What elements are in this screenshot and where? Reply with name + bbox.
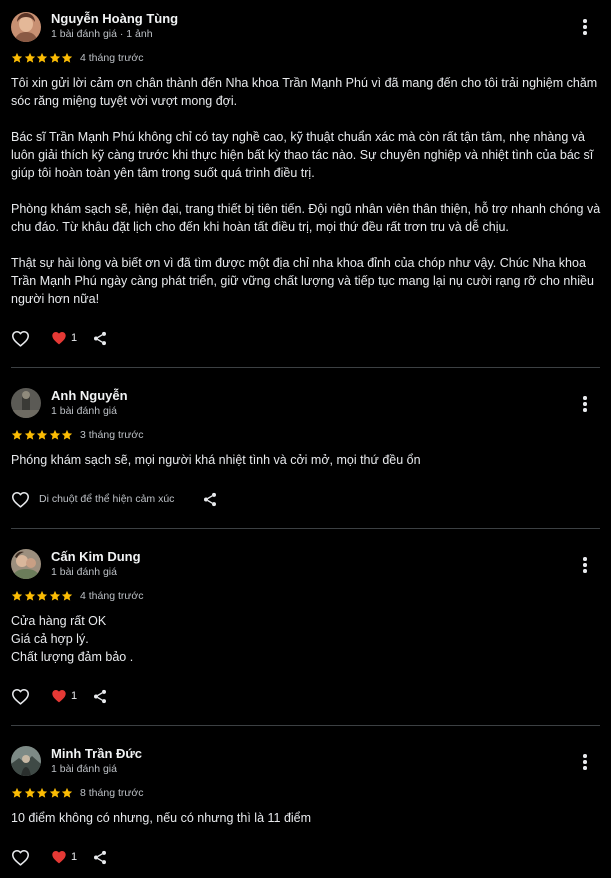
share-icon — [92, 849, 108, 866]
star-icon — [61, 787, 73, 799]
reviewer-name[interactable]: Anh Nguyễn — [51, 388, 128, 403]
review-text: Phóng khám sạch sẽ, mọi người khá nhiệt … — [11, 451, 601, 469]
star-icon — [24, 429, 36, 441]
reviewer-meta: 1 bài đánh giá — [51, 763, 117, 775]
star-icon — [61, 52, 73, 64]
review-paragraph: Tôi xin gửi lời cảm ơn chân thành đến Nh… — [11, 76, 598, 108]
reviewer-name[interactable]: Minh Trần Đức — [51, 746, 142, 761]
star-icon — [61, 590, 73, 602]
more-options-button[interactable] — [578, 752, 592, 772]
star-icon — [49, 429, 61, 441]
avatar[interactable] — [11, 746, 41, 776]
star-rating — [11, 590, 73, 602]
review-line: Giá cả hợp lý. — [11, 632, 89, 646]
more-vert-icon — [583, 557, 587, 561]
reaction-count: 1 — [71, 690, 78, 702]
star-icon — [24, 787, 36, 799]
thumbs-heart-outline-icon — [11, 330, 30, 347]
star-icon — [61, 429, 73, 441]
review-paragraph: Bác sĩ Trần Mạnh Phú không chỉ có tay ng… — [11, 130, 594, 180]
reaction-count: 1 — [71, 851, 78, 863]
review-actions: 1 — [11, 847, 108, 867]
review-paragraph: Phóng khám sạch sẽ, mọi người khá nhiệt … — [11, 453, 421, 467]
thumbs-heart-outline-icon — [11, 849, 30, 866]
avatar[interactable] — [11, 12, 41, 42]
star-icon — [24, 590, 36, 602]
review-paragraph: Phòng khám sạch sẽ, hiện đại, trang thiế… — [11, 202, 601, 234]
like-button[interactable] — [11, 491, 30, 508]
review-paragraph: 10 điểm không có nhưng, nếu có nhưng thì… — [11, 811, 312, 825]
red-heart-icon — [51, 850, 67, 864]
heart-reaction[interactable]: 1 — [51, 689, 77, 703]
like-button[interactable] — [11, 849, 30, 866]
more-options-button[interactable] — [578, 394, 592, 414]
like-button[interactable] — [11, 688, 30, 705]
divider — [11, 367, 600, 368]
star-icon — [49, 590, 61, 602]
review-actions: 1 — [11, 686, 108, 706]
more-options-button[interactable] — [578, 555, 592, 575]
review-date: 4 tháng trước — [80, 590, 144, 602]
more-options-button[interactable] — [578, 17, 592, 37]
star-rating — [11, 787, 73, 799]
review-paragraph: Thật sự hài lòng và biết ơn vì đã tìm đư… — [11, 256, 594, 306]
star-icon — [49, 787, 61, 799]
review-line: Chất lượng đảm bảo . — [11, 650, 134, 664]
star-icon — [36, 429, 48, 441]
share-button[interactable] — [92, 330, 108, 347]
thumbs-heart-outline-icon — [11, 491, 30, 508]
star-rating — [11, 429, 73, 441]
review-text: Tôi xin gửi lời cảm ơn chân thành đến Nh… — [11, 74, 601, 308]
avatar[interactable] — [11, 549, 41, 579]
star-icon — [36, 787, 48, 799]
star-icon — [36, 52, 48, 64]
review-rating: 4 tháng trước — [11, 52, 144, 64]
red-heart-icon — [51, 689, 67, 703]
divider — [11, 725, 600, 726]
avatar[interactable] — [11, 388, 41, 418]
star-icon — [36, 590, 48, 602]
reviewer-meta: 1 bài đánh giá · 1 ảnh — [51, 28, 153, 40]
thumbs-heart-outline-icon — [11, 688, 30, 705]
like-button[interactable] — [11, 330, 30, 347]
heart-reaction[interactable]: 1 — [51, 850, 77, 864]
more-vert-icon — [583, 19, 587, 23]
more-vert-icon — [583, 754, 587, 758]
star-icon — [49, 52, 61, 64]
reviewer-meta: 1 bài đánh giá — [51, 566, 117, 578]
review-line: Cửa hàng rất OK — [11, 614, 107, 628]
review-date: 3 tháng trước — [80, 429, 144, 441]
reaction-hover-hint: Di chuột để thể hiện cảm xúc — [39, 493, 175, 505]
star-icon — [11, 787, 23, 799]
more-vert-icon — [583, 396, 587, 400]
review-rating: 8 tháng trước — [11, 787, 144, 799]
reviewer-meta: 1 bài đánh giá — [51, 405, 117, 417]
review-date: 8 tháng trước — [80, 787, 144, 799]
review-rating: 4 tháng trước — [11, 590, 144, 602]
star-icon — [11, 52, 23, 64]
share-icon — [92, 688, 108, 705]
reviewer-name[interactable]: Nguyễn Hoàng Tùng — [51, 11, 178, 26]
review-actions: Di chuột để thể hiện cảm xúc — [11, 489, 218, 509]
share-button[interactable] — [92, 849, 108, 866]
review-text: Cửa hàng rất OK Giá cả hợp lý. Chất lượn… — [11, 612, 601, 666]
share-button[interactable] — [92, 688, 108, 705]
review-text: 10 điểm không có nhưng, nếu có nhưng thì… — [11, 809, 601, 827]
star-rating — [11, 52, 73, 64]
share-icon — [202, 491, 218, 508]
review-actions: 1 — [11, 328, 108, 348]
red-heart-icon — [51, 331, 67, 345]
star-icon — [11, 429, 23, 441]
reaction-count: 1 — [71, 332, 78, 344]
review-date: 4 tháng trước — [80, 52, 144, 64]
review-rating: 3 tháng trước — [11, 429, 144, 441]
heart-reaction[interactable]: 1 — [51, 331, 77, 345]
share-icon — [92, 330, 108, 347]
reviewer-name[interactable]: Cấn Kim Dung — [51, 549, 141, 564]
divider — [11, 528, 600, 529]
star-icon — [24, 52, 36, 64]
star-icon — [11, 590, 23, 602]
share-button[interactable] — [202, 491, 218, 508]
